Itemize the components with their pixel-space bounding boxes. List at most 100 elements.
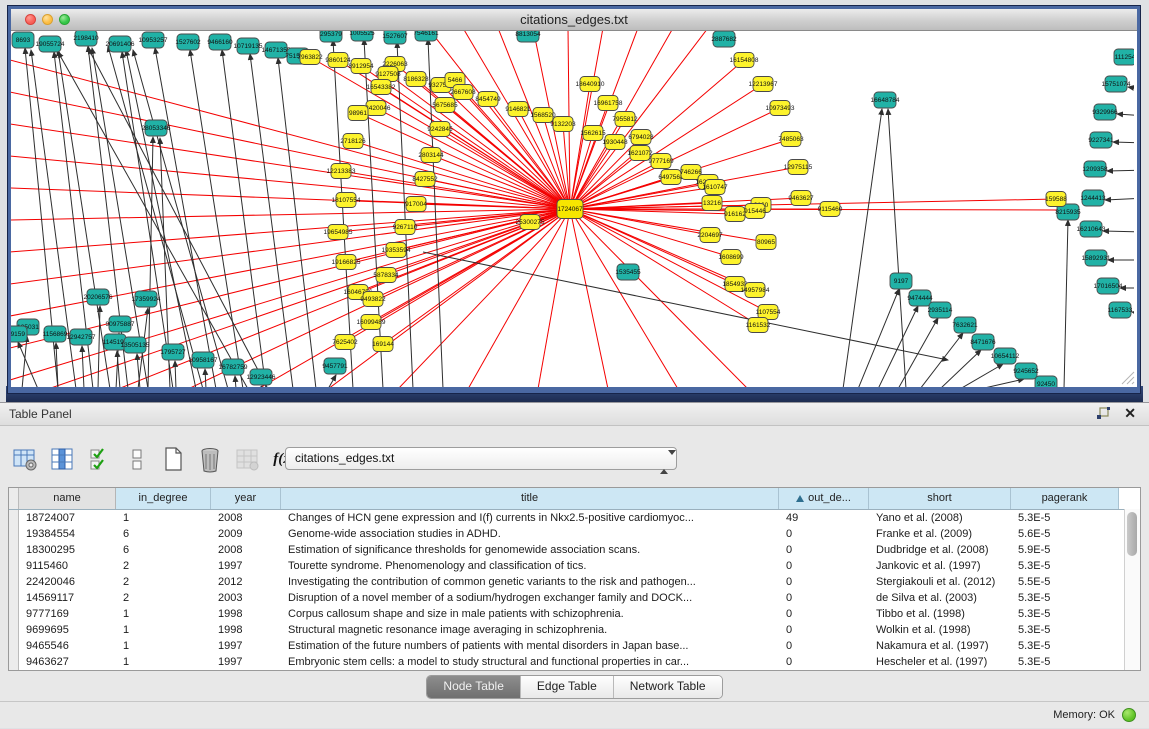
- table-cell-name[interactable]: 9699695: [19, 622, 116, 638]
- table-cell-name[interactable]: 9777169: [19, 606, 116, 622]
- table-cell-short[interactable]: Nakamura et al. (1997): [869, 638, 1011, 654]
- table-cell-short[interactable]: Yano et al. (2008): [869, 510, 1011, 526]
- citation-edge-red[interactable]: [11, 209, 570, 348]
- citation-edge-black[interactable]: [423, 252, 948, 360]
- graph-node-teal[interactable]: 90975887: [106, 316, 135, 332]
- table-cell-title[interactable]: Changes of HCN gene expression and I(f) …: [281, 510, 779, 526]
- table-cell-out_de[interactable]: 0: [779, 638, 869, 654]
- table-row[interactable]: 946554611997Estimation of the future num…: [9, 638, 1140, 654]
- citation-edge-black[interactable]: [1064, 220, 1068, 387]
- table-cell-out_de[interactable]: 0: [779, 558, 869, 574]
- graph-node-teal[interactable]: 2198410: [73, 31, 99, 46]
- table-cell-name[interactable]: 18300295: [19, 542, 116, 558]
- graph-node-teal[interactable]: 10958167: [189, 352, 218, 368]
- unselect-all-icon[interactable]: [123, 446, 150, 473]
- graph-node-teal[interactable]: 10719135: [234, 38, 263, 54]
- graph-node-yellow[interactable]: 18640910: [576, 77, 605, 92]
- table-cell-pagerank[interactable]: 5.3E-5: [1011, 622, 1119, 638]
- table-cell-in_degree[interactable]: 2: [116, 574, 211, 590]
- citation-edge-black[interactable]: [858, 289, 899, 387]
- table-cell-out_de[interactable]: 0: [779, 526, 869, 542]
- table-cell-in_degree[interactable]: 1: [116, 606, 211, 622]
- citation-edge-black[interactable]: [205, 369, 206, 387]
- new-document-icon[interactable]: [160, 446, 187, 473]
- graph-node-teal[interactable]: 1167533: [1108, 302, 1133, 318]
- table-cell-in_degree[interactable]: 2: [116, 590, 211, 606]
- citation-edge-black[interactable]: [1113, 142, 1134, 143]
- close-panel-icon[interactable]: ✕: [1124, 405, 1136, 421]
- table-cell-out_de[interactable]: 0: [779, 654, 869, 670]
- table-cell-title[interactable]: Genome-wide association studies in ADHD.: [281, 526, 779, 542]
- citation-edge-black[interactable]: [1105, 198, 1134, 200]
- citation-edge-black[interactable]: [82, 346, 84, 387]
- table-cell-name[interactable]: 9115460: [19, 558, 116, 574]
- graph-node-yellow[interactable]: 8427552: [412, 172, 438, 187]
- graph-node-teal[interactable]: 1527602: [175, 34, 201, 50]
- citation-edge-red[interactable]: [570, 209, 608, 387]
- graph-node-teal[interactable]: 1527607: [382, 31, 408, 44]
- graph-node-teal[interactable]: 20206576: [84, 289, 113, 305]
- graph-node-yellow[interactable]: 9132203: [550, 117, 576, 132]
- graph-node-hub[interactable]: 1724067: [557, 200, 583, 219]
- citation-edge-red[interactable]: [570, 31, 708, 209]
- column-header-in_degree[interactable]: in_degree: [116, 488, 211, 509]
- table-row[interactable]: 1830029562008Estimation of significance …: [9, 542, 1140, 558]
- graph-node-teal[interactable]: 16782759: [219, 359, 248, 375]
- table-row[interactable]: 1456911722003Disruption of a novel membe…: [9, 590, 1140, 606]
- graph-node-teal[interactable]: 8693: [12, 32, 34, 48]
- graph-node-yellow[interactable]: 9115460: [818, 202, 843, 217]
- graph-node-yellow[interactable]: 5675685: [432, 98, 458, 113]
- column-header-year[interactable]: year: [211, 488, 281, 509]
- citation-edge-red[interactable]: [48, 209, 570, 387]
- graph-node-yellow[interactable]: 2667608: [450, 85, 476, 100]
- table-cell-title[interactable]: Estimation of the future numbers of pati…: [281, 638, 779, 654]
- table-row[interactable]: 1872400712008Changes of HCN gene express…: [9, 510, 1140, 526]
- table-cell-year[interactable]: 2008: [211, 542, 281, 558]
- graph-node-yellow[interactable]: 169144: [372, 337, 394, 352]
- table-row[interactable]: 946362711997Embryonic stem cells: a mode…: [9, 654, 1140, 670]
- table-cell-short[interactable]: Dudbridge et al. (2008): [869, 542, 1011, 558]
- graph-node-yellow[interactable]: 98961: [348, 106, 368, 121]
- tab-node-table[interactable]: Node Table: [427, 676, 521, 698]
- show-columns-icon[interactable]: [49, 446, 76, 473]
- graph-node-teal[interactable]: 295379: [320, 31, 342, 42]
- table-cell-title[interactable]: Estimation of significance thresholds fo…: [281, 542, 779, 558]
- graph-node-yellow[interactable]: 2803144: [418, 148, 444, 163]
- citation-edge-black[interactable]: [148, 137, 153, 387]
- graph-node-teal[interactable]: 10654112: [991, 348, 1020, 364]
- table-cell-pagerank[interactable]: 5.3E-5: [1011, 606, 1119, 622]
- table-cell-in_degree[interactable]: 1: [116, 654, 211, 670]
- table-cell-out_de[interactable]: 0: [779, 542, 869, 558]
- table-panel-header[interactable]: Table Panel ✕: [0, 403, 1149, 426]
- table-cell-year[interactable]: 1997: [211, 654, 281, 670]
- table-cell-short[interactable]: Tibbo et al. (1998): [869, 606, 1011, 622]
- graph-node-yellow[interactable]: 16099489: [357, 315, 386, 330]
- table-cell-pagerank[interactable]: 5.3E-5: [1011, 638, 1119, 654]
- citation-edge-black[interactable]: [250, 54, 293, 387]
- graph-node-yellow[interactable]: 9242845: [427, 122, 453, 137]
- table-cell-title[interactable]: Corpus callosum shape and size in male p…: [281, 606, 779, 622]
- table-cell-in_degree[interactable]: 6: [116, 542, 211, 558]
- graph-node-teal[interactable]: 2935114: [928, 302, 953, 318]
- graph-node-teal[interactable]: 9329966: [1092, 104, 1118, 120]
- delete-trash-icon[interactable]: [197, 446, 224, 473]
- graph-node-yellow[interactable]: 9463627: [788, 191, 814, 206]
- graph-node-teal[interactable]: 1795727: [160, 344, 186, 360]
- graph-node-teal[interactable]: 111254: [1114, 49, 1134, 65]
- table-cell-pagerank[interactable]: 5.3E-5: [1011, 590, 1119, 606]
- column-header-out_de[interactable]: out_de...: [779, 488, 869, 509]
- graph-node-teal[interactable]: 12923446: [247, 369, 276, 385]
- graph-node-teal[interactable]: 2887682: [711, 31, 737, 47]
- citation-edge-red[interactable]: [570, 209, 678, 387]
- table-cell-year[interactable]: 2003: [211, 590, 281, 606]
- table-cell-out_de[interactable]: 49: [779, 510, 869, 526]
- table-cell-pagerank[interactable]: 5.3E-5: [1011, 510, 1119, 526]
- table-cell-year[interactable]: 1997: [211, 558, 281, 574]
- citation-edge-black[interactable]: [920, 333, 963, 387]
- graph-node-yellow[interactable]: 916162: [724, 207, 746, 222]
- graph-node-teal[interactable]: 8471676: [970, 334, 996, 350]
- graph-node-teal[interactable]: 28053346: [142, 120, 171, 136]
- graph-node-teal[interactable]: 9466160: [207, 34, 233, 50]
- graph-node-teal[interactable]: 20691406: [106, 36, 135, 52]
- table-cell-title[interactable]: Embryonic stem cells: a model to study s…: [281, 654, 779, 670]
